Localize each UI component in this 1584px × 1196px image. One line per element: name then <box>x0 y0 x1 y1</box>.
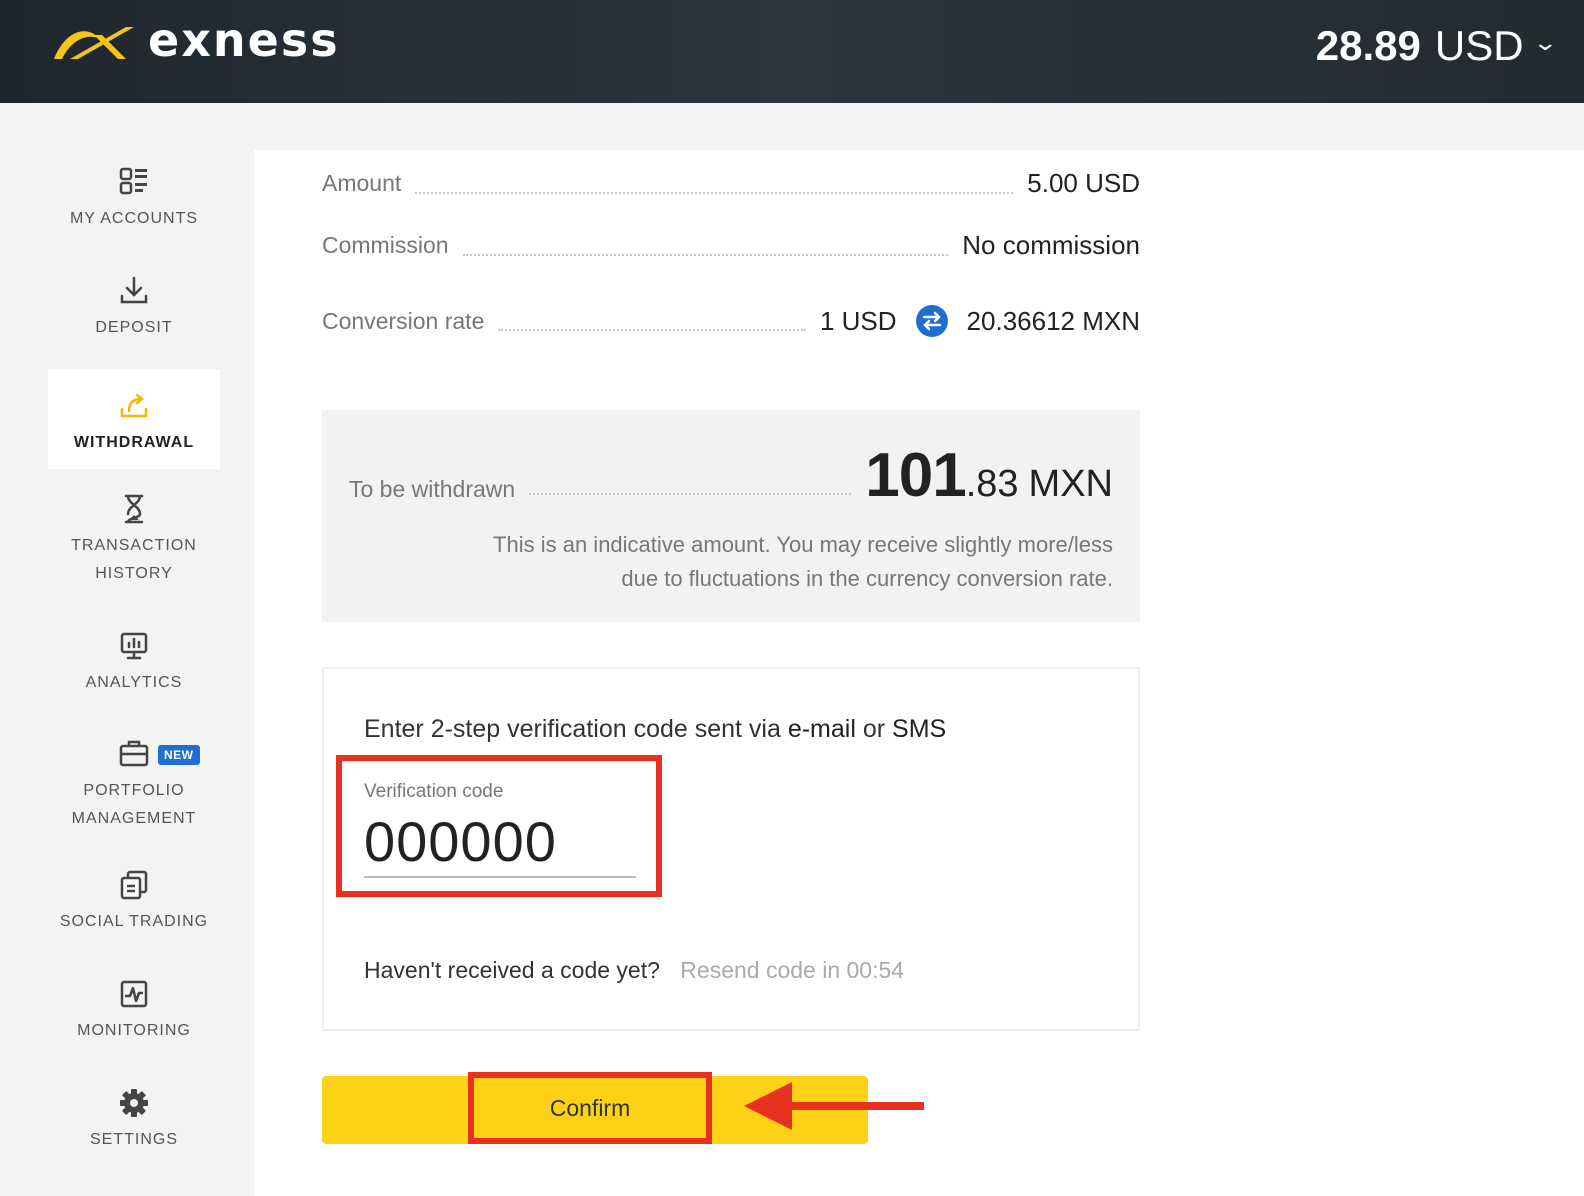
amount-integer: 101 <box>865 441 966 510</box>
upload-icon <box>120 393 148 418</box>
sidebar-item-label: WITHDRAWAL <box>73 434 195 451</box>
amount-decimal: .83 <box>965 463 1019 505</box>
sidebar-item-withdrawal[interactable]: WITHDRAWAL <box>48 369 220 469</box>
gear-icon <box>120 1089 148 1117</box>
new-badge: NEW <box>158 745 200 765</box>
top-bar: exness 28.89 USD ⌄ <box>0 0 1584 103</box>
sidebar-item-label: MONITORING <box>77 1022 191 1039</box>
hourglass-icon <box>124 494 144 524</box>
to-be-withdrawn-box: To be withdrawn 101.83 MXN This is an ind… <box>322 410 1140 622</box>
confirm-button[interactable]: Confirm <box>468 1072 712 1144</box>
rate-to: 20.36612 MXN <box>966 305 1140 336</box>
download-icon <box>120 276 148 304</box>
sidebar-item-label: PORTFOLIO MANAGEMENT <box>71 782 197 827</box>
sidebar-item-analytics[interactable]: ANALYTICS <box>48 629 220 697</box>
swap-icon[interactable] <box>915 304 949 338</box>
sidebar-item-social-trading[interactable]: SOCIAL TRADING <box>48 868 220 936</box>
conversion-rate-label: Conversion rate <box>322 307 485 334</box>
to-be-withdrawn-row: To be withdrawn 101.83 MXN <box>349 440 1113 511</box>
sidebar-item-my-accounts[interactable]: MY ACCOUNTS <box>48 165 220 233</box>
amount-value: 5.00 USD <box>1027 168 1140 198</box>
amount-currency: MXN <box>1028 463 1113 505</box>
chevron-down-icon: ⌄ <box>1531 30 1558 55</box>
verification-code-label: Verification code <box>364 781 504 802</box>
amount-row: Amount 5.00 USD <box>322 168 1140 199</box>
grid-icon <box>119 167 147 195</box>
rate-from: 1 USD <box>819 305 897 336</box>
conversion-rate-row: Conversion rate 1 USD 20.36612 MXN <box>322 304 1140 338</box>
monitoring-icon <box>120 980 148 1008</box>
email-text: e-mail <box>787 715 856 743</box>
resend-question: Haven't received a code yet? <box>364 957 660 983</box>
dotted-leader <box>462 253 949 256</box>
sidebar-item-label: TRANSACTION HISTORY <box>71 537 197 582</box>
pointer-arrow-icon <box>744 1082 924 1130</box>
note-line: This is an indicative amount. You may re… <box>493 532 1113 557</box>
balance-amount: 28.89 <box>1315 22 1421 69</box>
balance-selector[interactable]: 28.89 USD ⌄ <box>1315 22 1558 70</box>
dotted-leader <box>498 329 806 331</box>
sidebar-item-portfolio-management[interactable]: NEW PORTFOLIO MANAGEMENT <box>48 737 220 833</box>
sidebar-item-deposit[interactable]: DEPOSIT <box>48 274 220 342</box>
copy-icon <box>120 870 148 900</box>
commission-row: Commission No commission <box>322 230 1140 261</box>
sidebar-item-monitoring[interactable]: MONITORING <box>48 977 220 1045</box>
verification-code-input[interactable]: 000000 <box>364 809 636 878</box>
commission-label: Commission <box>322 232 449 258</box>
commission-value: No commission <box>962 230 1140 260</box>
sidebar-item-label: DEPOSIT <box>95 319 173 336</box>
amount-label: Amount <box>322 170 402 196</box>
indicative-note: This is an indicative amount. You may re… <box>393 528 1113 596</box>
resend-row: Haven't received a code yet? Resend code… <box>364 957 904 984</box>
sidebar-item-label: MY ACCOUNTS <box>69 210 199 227</box>
exness-logo-icon <box>54 27 134 59</box>
sidebar: MY ACCOUNTS DEPOSIT WITHDRAWAL TRANSACTI… <box>0 103 254 1196</box>
confirm-label: Confirm <box>549 1094 631 1121</box>
logo-text: exness <box>148 13 340 67</box>
exness-logo[interactable]: exness <box>48 13 340 68</box>
analytics-icon <box>120 632 148 660</box>
sidebar-item-label: ANALYTICS <box>85 674 183 691</box>
balance-currency: USD <box>1434 22 1524 69</box>
dotted-leader <box>529 493 852 495</box>
sidebar-item-label: SETTINGS <box>89 1131 178 1148</box>
sidebar-item-settings[interactable]: SETTINGS <box>48 1086 220 1154</box>
resend-code-link[interactable]: Resend code in 00:54 <box>680 957 904 983</box>
sidebar-item-transaction-history[interactable]: TRANSACTION HISTORY <box>48 492 220 588</box>
briefcase-icon <box>119 740 149 767</box>
to-be-withdrawn-label: To be withdrawn <box>349 476 516 502</box>
sidebar-item-label: SOCIAL TRADING <box>59 913 209 930</box>
note-line: due to fluctuations in the currency conv… <box>621 566 1113 591</box>
verification-instructions: Enter 2-step verification code sent via … <box>364 715 947 743</box>
dotted-leader <box>415 191 1014 194</box>
withdrawal-panel: Amount 5.00 USD Commission No commission… <box>254 150 1584 1196</box>
to-be-withdrawn-amount: 101.83 MXN <box>865 440 1113 511</box>
sms-text: SMS <box>892 715 947 743</box>
verification-box: Enter 2-step verification code sent via … <box>322 667 1140 1031</box>
